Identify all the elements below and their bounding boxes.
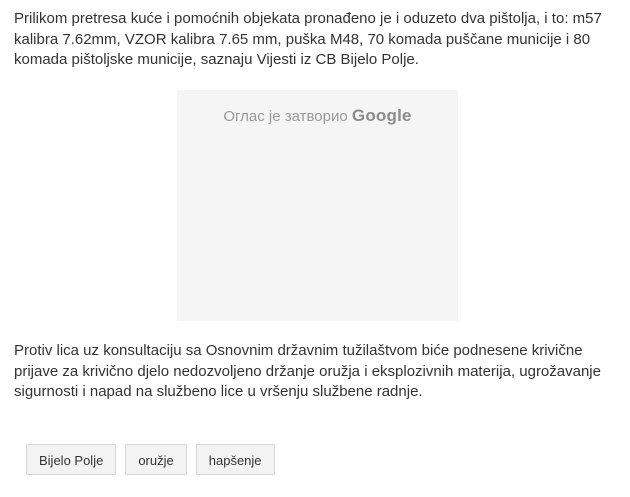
tag-hapsenje[interactable]: hapšenje	[195, 444, 275, 475]
ad-closed-text: Оглас је затворио	[223, 108, 348, 125]
article-paragraph-1: Prilikom pretresa kuće i pomoćnih objeka…	[14, 10, 602, 68]
ad-closed-label: Оглас је затворио Google	[177, 106, 458, 126]
tag-bijelo-polje[interactable]: Bijelo Polje	[26, 444, 117, 475]
article-paragraph-2: Protiv lica uz konsultaciju sa Osnovnim …	[14, 342, 601, 400]
closed-ad-placeholder: Оглас је затворио Google	[177, 90, 458, 321]
tag-list: Bijelo Polje oružje hapšenje	[26, 444, 275, 475]
google-logo: Google	[351, 106, 412, 125]
tag-oruzje[interactable]: oružje	[125, 444, 187, 475]
